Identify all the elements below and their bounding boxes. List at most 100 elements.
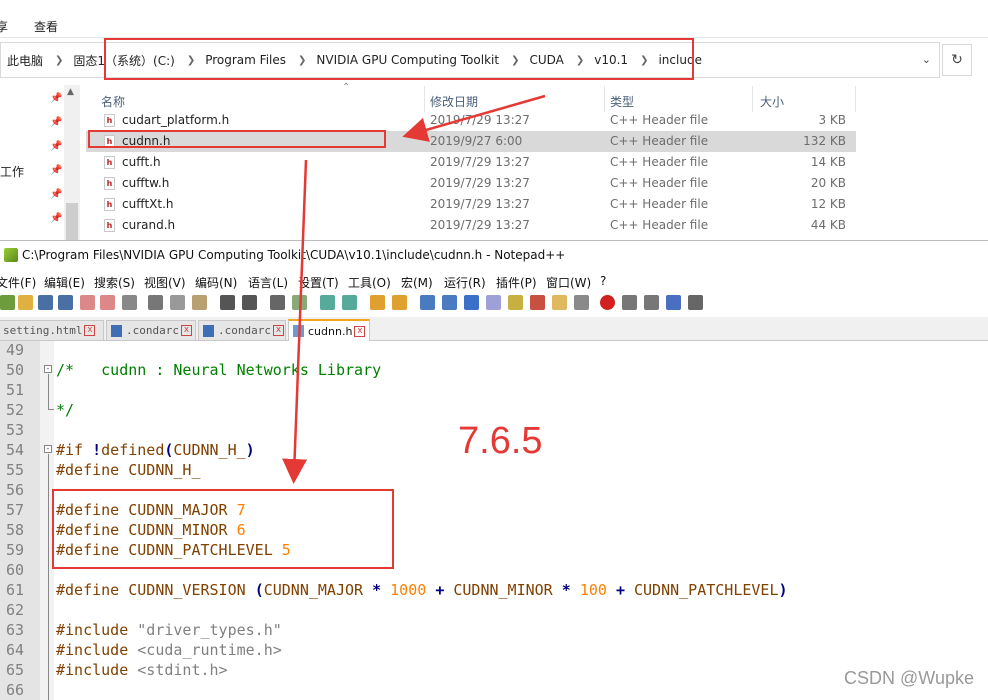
nav-scrollbar[interactable]: ▲: [64, 85, 80, 240]
run-macro-multiple-icon[interactable]: [666, 295, 681, 310]
menu-view[interactable]: 视图(V): [144, 274, 186, 291]
column-size[interactable]: 大小: [760, 93, 784, 110]
close-icon[interactable]: x: [84, 325, 96, 336]
copy-icon[interactable]: [170, 295, 185, 310]
record-macro-icon[interactable]: [600, 295, 615, 310]
indent-guide-icon[interactable]: [464, 295, 479, 310]
zoom-out-icon[interactable]: [342, 295, 357, 310]
menu-search[interactable]: 搜索(S): [94, 274, 135, 291]
file-size: 3 KB: [818, 113, 846, 127]
chevron-down-icon[interactable]: ⌄: [922, 53, 931, 66]
monitor-icon[interactable]: [574, 295, 589, 310]
close-file-icon[interactable]: [80, 295, 95, 310]
menu-plugins[interactable]: 插件(P): [496, 274, 537, 291]
sort-ascending-icon: ⌃: [342, 82, 351, 93]
save-macro-icon[interactable]: [688, 295, 703, 310]
scrollbar-thumb[interactable]: [66, 203, 78, 240]
ribbon-tab-view[interactable]: 查看: [34, 18, 58, 35]
refresh-button[interactable]: ↻: [942, 44, 972, 76]
close-icon[interactable]: x: [272, 325, 284, 336]
file-row[interactable]: h cufftXt.h 2019/7/29 13:27 C++ Header file…: [86, 194, 856, 215]
code-line: #include <stdint.h>: [56, 661, 228, 679]
pin-icon[interactable]: 📌: [50, 93, 62, 104]
menu-tools[interactable]: 工具(O): [348, 274, 391, 291]
redo-icon[interactable]: [242, 295, 257, 310]
line-number: 65: [6, 661, 25, 679]
menu-window[interactable]: 窗口(W): [546, 274, 591, 291]
header-file-icon: h: [104, 219, 115, 232]
line-number: 61: [6, 581, 25, 599]
menu-file[interactable]: 文件(F): [0, 274, 36, 291]
zoom-in-icon[interactable]: [320, 295, 335, 310]
folder-workspace-icon[interactable]: [552, 295, 567, 310]
tab-condarc-1[interactable]: .condarc x: [106, 320, 196, 340]
column-type[interactable]: 类型: [610, 93, 634, 110]
close-icon[interactable]: x: [354, 325, 366, 337]
refresh-icon: ↻: [951, 52, 963, 68]
new-file-icon[interactable]: [0, 295, 15, 310]
menu-edit[interactable]: 编辑(E): [44, 274, 85, 291]
word-wrap-icon[interactable]: [420, 295, 435, 310]
stop-macro-icon[interactable]: [622, 295, 637, 310]
file-name: cufftXt.h: [122, 197, 174, 211]
file-row[interactable]: h cufft.h 2019/7/29 13:27 C++ Header file 14…: [86, 152, 856, 173]
cut-icon[interactable]: [148, 295, 163, 310]
find-icon[interactable]: [270, 295, 285, 310]
ribbon-tab-share[interactable]: 享: [0, 18, 8, 35]
replace-icon[interactable]: [292, 295, 307, 310]
fold-minus-icon[interactable]: -: [44, 365, 52, 373]
column-name[interactable]: 名称: [101, 93, 125, 110]
nav-item-label[interactable]: 工作: [0, 163, 24, 180]
undo-icon[interactable]: [220, 295, 235, 310]
pin-icon[interactable]: 📌: [50, 189, 62, 200]
pin-icon[interactable]: 📌: [50, 213, 62, 224]
menu-run[interactable]: 运行(R): [444, 274, 486, 291]
file-type: C++ Header file: [610, 218, 709, 232]
menu-encoding[interactable]: 编码(N): [195, 274, 237, 291]
close-icon[interactable]: x: [180, 325, 192, 336]
file-row[interactable]: h cudart_platform.h 2019/7/29 13:27 C++ Hea…: [86, 110, 856, 131]
print-icon[interactable]: [122, 295, 137, 310]
file-type: C++ Header file: [610, 155, 709, 169]
save-all-icon[interactable]: [58, 295, 73, 310]
sync-scroll-icon[interactable]: [370, 295, 385, 310]
function-list-icon[interactable]: [530, 295, 545, 310]
notepad-plus-plus-window: C:\Program Files\NVIDIA GPU Computing To…: [0, 240, 988, 700]
line-number: 59: [6, 541, 25, 559]
window-title: C:\Program Files\NVIDIA GPU Computing To…: [22, 248, 566, 262]
code-line: #if !defined(CUDNN_H_): [56, 441, 255, 459]
pin-icon[interactable]: 📌: [50, 165, 62, 176]
tab-cudnn-h[interactable]: cudnn.h x: [288, 319, 370, 341]
close-all-icon[interactable]: [100, 295, 115, 310]
save-icon[interactable]: [38, 295, 53, 310]
show-all-chars-icon[interactable]: [442, 295, 457, 310]
line-number: 64: [6, 641, 25, 659]
play-macro-icon[interactable]: [644, 295, 659, 310]
file-row[interactable]: h curand.h 2019/7/29 13:27 C++ Header file 4…: [86, 215, 856, 236]
version-annotation: 7.6.5: [458, 420, 543, 462]
chevron-up-icon[interactable]: ▲: [67, 87, 74, 97]
line-number: 54: [6, 441, 25, 459]
menu-language[interactable]: 语言(L): [248, 274, 288, 291]
menu-settings[interactable]: 设置(T): [298, 274, 339, 291]
lang-icon[interactable]: [486, 295, 501, 310]
breadcrumb-this-pc[interactable]: 此电脑: [7, 52, 43, 69]
pin-icon[interactable]: 📌: [50, 141, 62, 152]
chevron-right-icon[interactable]: ❯: [55, 55, 63, 66]
doc-map-icon[interactable]: [508, 295, 523, 310]
fold-minus-icon[interactable]: -: [44, 445, 52, 453]
line-number: 56: [6, 481, 25, 499]
pin-icon[interactable]: 📌: [50, 117, 62, 128]
code-line: /* cudnn : Neural Networks Library: [56, 361, 382, 379]
tab-setting-html[interactable]: setting.html x: [0, 320, 104, 340]
menu-bar: 文件(F) 编辑(E) 搜索(S) 视图(V) 编码(N) 语言(L) 设置(T…: [0, 270, 988, 292]
file-date: 2019/7/29 13:27: [430, 155, 530, 169]
file-row[interactable]: h cufftw.h 2019/7/29 13:27 C++ Header file 2…: [86, 173, 856, 194]
menu-macro[interactable]: 宏(M): [401, 274, 433, 291]
sync-horizontal-icon[interactable]: [392, 295, 407, 310]
open-file-icon[interactable]: [18, 295, 33, 310]
menu-help[interactable]: ?: [600, 274, 606, 288]
column-date-modified[interactable]: 修改日期: [430, 93, 478, 110]
paste-icon[interactable]: [192, 295, 207, 310]
tab-condarc-2[interactable]: .condarc x: [198, 320, 286, 340]
